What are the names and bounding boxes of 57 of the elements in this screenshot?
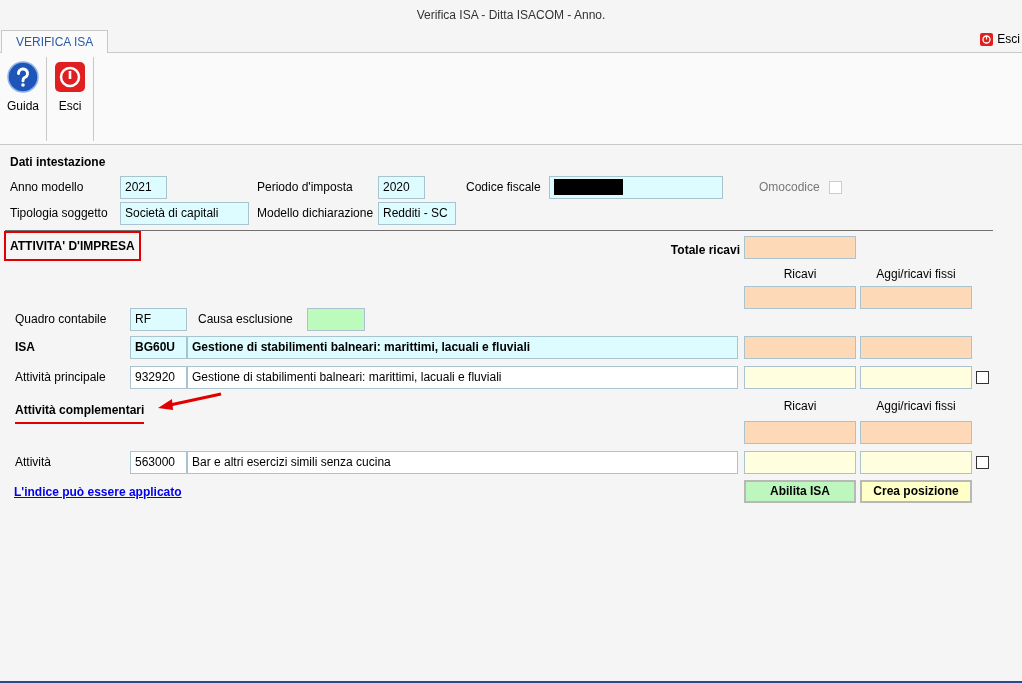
description-field[interactable]: Gestione di stabilimenti balneari: marittimi, lacuali e fluviali — [187, 335, 738, 359]
amount-field[interactable] — [744, 335, 856, 359]
text-field[interactable]: Società di capitali — [120, 201, 249, 225]
section-title: Dati intestazione — [10, 154, 107, 171]
section-title: Attività complementari — [15, 403, 145, 424]
arrow-annotation — [156, 391, 224, 413]
field-label: Tipologia soggetto — [10, 205, 109, 222]
code-field[interactable]: BG60U — [130, 335, 187, 359]
field-label: Periodo d'imposta — [257, 179, 354, 196]
amount-field[interactable] — [860, 286, 972, 309]
checkbox[interactable] — [976, 370, 989, 384]
checkbox[interactable] — [976, 455, 989, 469]
action-button[interactable]: Crea posizione — [860, 479, 972, 503]
toolbar-button[interactable]: Guida — [0, 57, 46, 141]
amount-field[interactable] — [860, 421, 972, 444]
field-label: Anno modello — [10, 179, 85, 196]
text-field[interactable]: Redditi - SC — [378, 201, 456, 225]
toolbar-button[interactable]: Esci — [47, 57, 93, 141]
column-header: Aggi/ricavi fissi — [875, 266, 957, 283]
exclusion-field[interactable] — [307, 307, 365, 331]
code-field[interactable]: 563000 — [130, 450, 187, 474]
field-label: Attività principale — [15, 369, 107, 386]
amount-field[interactable] — [744, 236, 856, 259]
field-label: Causa esclusione — [198, 311, 294, 328]
amount-field[interactable] — [744, 286, 856, 309]
field-label: Attività — [15, 454, 52, 471]
field-label: Modello dichiarazione — [257, 205, 375, 222]
power-icon — [54, 61, 86, 93]
tax-code-field[interactable] — [549, 175, 723, 199]
amount-field[interactable] — [744, 421, 856, 444]
column-header: Ricavi — [782, 266, 818, 283]
ribbon-tab[interactable]: VERIFICA ISA — [1, 30, 109, 53]
column-header: Aggi/ricavi fissi — [875, 398, 957, 415]
amount-field[interactable] — [744, 365, 856, 389]
power-icon — [980, 32, 994, 46]
link[interactable]: L'indice può essere applicato — [14, 485, 182, 499]
action-button[interactable]: Abilita ISA — [744, 479, 856, 503]
window-title: Verifica ISA - Ditta ISACOM - Anno. — [416, 7, 606, 24]
amount-field[interactable] — [860, 365, 972, 389]
description-field[interactable]: Bar e altri esercizi simili senza cucina — [187, 450, 738, 474]
help-icon — [7, 61, 39, 93]
exit-link[interactable]: Esci — [980, 30, 1020, 48]
amount-field[interactable] — [744, 450, 856, 474]
field-label: ISA — [15, 339, 36, 356]
field-label: Codice fiscale — [466, 179, 542, 196]
field-label: Quadro contabile — [15, 311, 108, 328]
code-field[interactable]: RF — [130, 307, 187, 331]
field-label: Totale ricavi — [670, 242, 740, 259]
code-field[interactable]: 932920 — [130, 365, 187, 389]
amount-field[interactable] — [860, 450, 972, 474]
year-field[interactable]: 2021 — [120, 175, 167, 199]
field-label: Omocodice — [759, 179, 821, 196]
description-field[interactable]: Gestione di stabilimenti balneari: marittimi, lacuali e fluviali — [187, 365, 738, 389]
year-field[interactable]: 2020 — [378, 175, 425, 199]
column-header: Ricavi — [782, 398, 818, 415]
amount-field[interactable] — [860, 335, 972, 359]
section-title: ATTIVITA' D'IMPRESA — [4, 231, 141, 261]
